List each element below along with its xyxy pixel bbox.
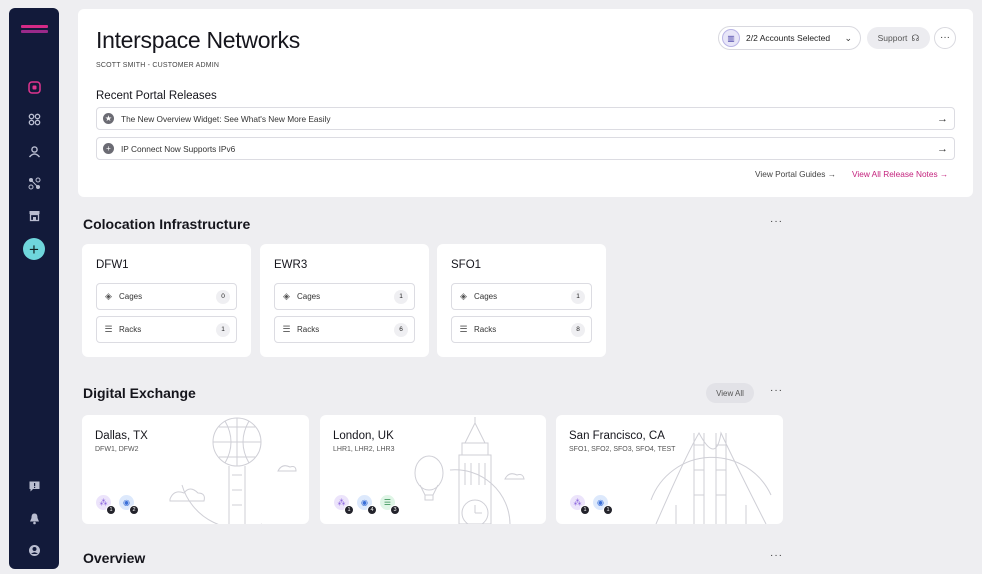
brand-logo[interactable] xyxy=(21,25,48,35)
racks-count: 1 xyxy=(216,322,230,337)
layers-icon: ◈ xyxy=(460,291,467,301)
sidebar: + xyxy=(9,8,59,569)
header-card: Interspace Networks SCOTT SMITH - CUSTOM… xyxy=(78,9,973,197)
cages-label: Cages xyxy=(474,292,498,301)
support-label: Support xyxy=(877,33,908,43)
user-role: SCOTT SMITH - CUSTOMER ADMIN xyxy=(96,62,220,69)
racks-count: 6 xyxy=(394,322,408,337)
site-codes: DFW1, DFW2 xyxy=(95,446,139,453)
view-all-button[interactable]: View All xyxy=(706,383,754,403)
cages-label: Cages xyxy=(119,292,143,301)
accounts-label: 2/2 Accounts Selected xyxy=(746,33,831,43)
racks-count: 8 xyxy=(571,322,585,337)
racks-row[interactable]: ☰ Racks 8 xyxy=(451,316,592,343)
service-count: 2 xyxy=(129,505,139,515)
chat-icon[interactable] xyxy=(23,475,45,497)
site-name: DFW1 xyxy=(96,259,129,271)
service-count: 1 xyxy=(106,505,116,515)
site-codes: SFO1, SFO2, SFO3, SFO4, TEST xyxy=(569,446,676,453)
server-icon: ☰ xyxy=(104,324,113,334)
cages-row[interactable]: ◈ Cages 0 xyxy=(96,283,237,310)
user-circle-icon[interactable] xyxy=(23,539,45,561)
chevron-down-icon: ⌄ xyxy=(844,32,852,43)
release-text: The New Overview Widget: See What's New … xyxy=(121,113,331,124)
colo-card[interactable]: SFO1 ◈ Cages 1 ☰ Racks 8 xyxy=(437,244,606,357)
server-icon: ☰ xyxy=(282,324,291,334)
racks-label: Racks xyxy=(297,325,320,334)
star-icon: ★ xyxy=(103,113,114,124)
release-item[interactable]: + IP Connect Now Supports IPv6 → xyxy=(96,137,955,160)
plus-circle-icon: + xyxy=(103,143,114,154)
server-icon: ☰ xyxy=(459,324,468,334)
add-service-button[interactable]: + xyxy=(23,238,45,260)
overview-title: Overview xyxy=(83,550,146,566)
release-item[interactable]: ★ The New Overview Widget: See What's Ne… xyxy=(96,107,955,130)
exchange-more-button[interactable]: ··· xyxy=(770,385,783,396)
city-name: Dallas, TX xyxy=(95,430,148,442)
site-codes: LHR1, LHR2, LHR3 xyxy=(333,446,395,453)
building-icon: ▥ xyxy=(722,29,740,47)
exchange-card[interactable]: London, UK LHR1, LHR2, LHR3 ⁂ 1 ◉ 4 ☰ 3 xyxy=(320,415,546,524)
plus-icon: + xyxy=(29,239,39,259)
accounts-select[interactable]: ▥ 2/2 Accounts Selected ⌄ xyxy=(718,26,861,50)
page-title: Interspace Networks xyxy=(96,27,300,53)
service-count: 3 xyxy=(390,505,400,515)
cages-row[interactable]: ◈ Cages 1 xyxy=(274,283,415,310)
exchange-card[interactable]: San Francisco, CA SFO1, SFO2, SFO3, SFO4… xyxy=(556,415,783,524)
cages-count: 1 xyxy=(394,289,408,304)
colo-card[interactable]: EWR3 ◈ Cages 1 ☰ Racks 6 xyxy=(260,244,429,357)
colocation-title: Colocation Infrastructure xyxy=(83,216,251,232)
colocation-more-button[interactable]: ··· xyxy=(770,216,783,227)
cages-count: 0 xyxy=(216,289,230,304)
site-name: SFO1 xyxy=(451,259,482,271)
release-text: IP Connect Now Supports IPv6 xyxy=(121,143,236,154)
site-name: EWR3 xyxy=(274,259,308,271)
releases-heading: Recent Portal Releases xyxy=(96,90,217,102)
grid-icon[interactable] xyxy=(23,108,45,130)
layers-icon: ◈ xyxy=(105,291,112,301)
city-name: London, UK xyxy=(333,430,394,442)
nodes-icon[interactable] xyxy=(23,172,45,194)
overview-more-button[interactable]: ··· xyxy=(770,550,783,561)
racks-row[interactable]: ☰ Racks 6 xyxy=(274,316,415,343)
user-icon[interactable] xyxy=(23,140,45,162)
service-count: 4 xyxy=(367,505,377,515)
exchange-card[interactable]: Dallas, TX DFW1, DFW2 ⁂ 1 ◉ 2 xyxy=(82,415,309,524)
layers-icon: ◈ xyxy=(283,291,290,301)
store-icon[interactable] xyxy=(23,204,45,226)
service-count: 1 xyxy=(603,505,613,515)
colo-card[interactable]: DFW1 ◈ Cages 0 ☰ Racks 1 xyxy=(82,244,251,357)
service-count: 1 xyxy=(344,505,354,515)
cages-row[interactable]: ◈ Cages 1 xyxy=(451,283,592,310)
exchange-title: Digital Exchange xyxy=(83,385,196,401)
city-name: San Francisco, CA xyxy=(569,430,665,442)
cages-count: 1 xyxy=(571,289,585,304)
service-count: 1 xyxy=(580,505,590,515)
arrow-right-icon: → xyxy=(937,142,948,155)
target-icon[interactable] xyxy=(23,76,45,98)
arrow-right-icon: → xyxy=(937,112,948,125)
view-portal-guides-link[interactable]: View Portal Guides → xyxy=(755,169,836,179)
support-button[interactable]: Support ☊ xyxy=(867,27,930,49)
more-options-button[interactable]: ··· xyxy=(934,27,956,49)
racks-row[interactable]: ☰ Racks 1 xyxy=(96,316,237,343)
racks-label: Racks xyxy=(474,325,497,334)
view-release-notes-link[interactable]: View All Release Notes → xyxy=(852,169,948,179)
bell-icon[interactable] xyxy=(23,507,45,529)
racks-label: Racks xyxy=(119,325,142,334)
headset-icon: ☊ xyxy=(911,32,920,43)
cages-label: Cages xyxy=(297,292,321,301)
